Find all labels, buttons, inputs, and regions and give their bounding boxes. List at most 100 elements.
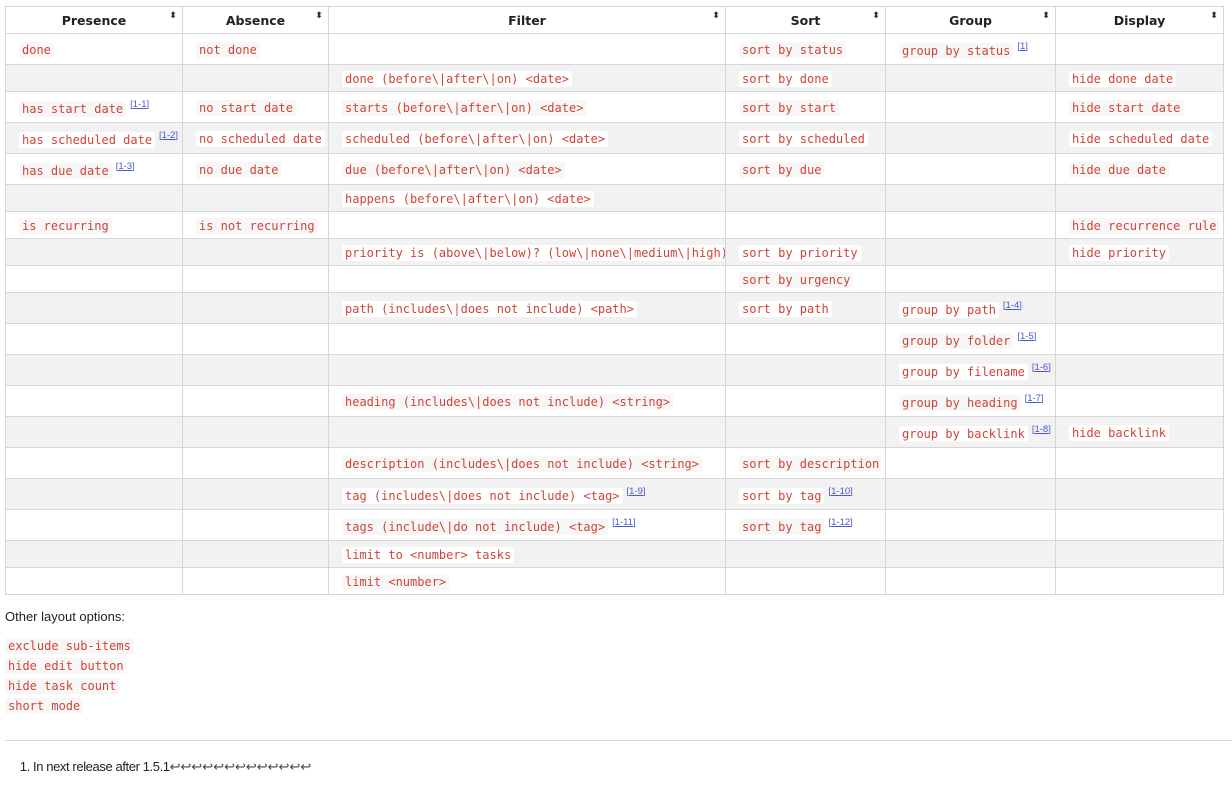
table-cell-sort bbox=[725, 416, 886, 448]
table-cell-filter: description (includes\|does not include)… bbox=[328, 447, 726, 479]
sort-keyword: sort by due bbox=[739, 161, 825, 178]
table-cell-filter: done (before\|after\|on) <date> bbox=[328, 64, 726, 92]
column-header-presence[interactable]: Presence ⬍ bbox=[5, 6, 183, 34]
sort-arrows-icon[interactable]: ⬍ bbox=[1210, 12, 1218, 21]
table-cell-sort: sort by urgency bbox=[725, 265, 886, 293]
absence-keyword: not done bbox=[196, 41, 260, 58]
layout-option: hide edit button bbox=[5, 657, 134, 677]
footnote-ref: [1-4] bbox=[1003, 300, 1022, 311]
filter-keyword: description (includes\|does not include)… bbox=[342, 455, 703, 472]
footnote-link[interactable]: [1-8] bbox=[1032, 424, 1051, 435]
table-cell-display bbox=[1055, 447, 1224, 479]
table-cell-sort: sort by description bbox=[725, 447, 886, 479]
table-cell-display bbox=[1055, 478, 1224, 510]
table-cell-filter: happens (before\|after\|on) <date> bbox=[328, 184, 726, 212]
sort-arrows-icon[interactable]: ⬍ bbox=[872, 12, 880, 21]
table-cell-group bbox=[885, 478, 1056, 510]
table-cell-group bbox=[885, 447, 1056, 479]
sort-keyword: sort by status bbox=[739, 41, 847, 58]
column-header-sort[interactable]: Sort ⬍ bbox=[725, 6, 886, 34]
table-cell-filter bbox=[328, 416, 726, 448]
table-cell-absence bbox=[182, 385, 329, 417]
table-row: limit to <number> tasks bbox=[5, 540, 1224, 568]
table-cell-presence bbox=[5, 416, 183, 448]
table-cell-filter: scheduled (before\|after\|on) <date> bbox=[328, 122, 726, 154]
footnote-link[interactable]: [1-5] bbox=[1017, 331, 1036, 342]
table-cell-display bbox=[1055, 385, 1224, 417]
footnote-link[interactable]: [1] bbox=[1017, 41, 1028, 52]
table-body: done not done sort by status group by statu… bbox=[5, 33, 1224, 595]
layout-option-keyword: hide edit button bbox=[5, 658, 127, 674]
footnote-text: In next release after 1.5.1 bbox=[33, 759, 170, 774]
table-cell-filter: path (includes\|does not include) <path> bbox=[328, 292, 726, 324]
layout-options-list: exclude sub-items hide edit button hide ta… bbox=[5, 637, 134, 717]
column-header-filter[interactable]: Filter ⬍ bbox=[328, 6, 726, 34]
table-cell-group: group by heading [1-7] bbox=[885, 385, 1056, 417]
table-cell-display bbox=[1055, 323, 1224, 355]
table-row: group by filename [1-6] bbox=[5, 354, 1224, 386]
other-layout-title: Other layout options: bbox=[5, 609, 125, 624]
table-cell-presence bbox=[5, 354, 183, 386]
footnote-link[interactable]: [1-2] bbox=[159, 130, 178, 141]
sort-keyword: sort by tag bbox=[739, 518, 825, 535]
table-cell-presence bbox=[5, 509, 183, 541]
layout-option: short mode bbox=[5, 697, 134, 717]
table-cell-presence bbox=[5, 540, 183, 568]
footnote-link[interactable]: [1-10] bbox=[828, 486, 852, 497]
filter-keyword: tag (includes\|does not include) <tag> bbox=[342, 487, 623, 504]
table-cell-filter: due (before\|after\|on) <date> bbox=[328, 153, 726, 185]
table-cell-absence bbox=[182, 567, 329, 595]
footnote-link[interactable]: [1-11] bbox=[612, 517, 636, 528]
table-cell-presence bbox=[5, 292, 183, 324]
filter-keyword: heading (includes\|does not include) <st… bbox=[342, 393, 674, 410]
table-cell-group bbox=[885, 153, 1056, 185]
table-cell-display: hide done date bbox=[1055, 64, 1224, 92]
table-cell-sort: sort by tag [1-10] bbox=[725, 478, 886, 510]
footnote-link[interactable]: [1-12] bbox=[828, 517, 852, 528]
table-cell-absence bbox=[182, 64, 329, 92]
footnote-link[interactable]: [1-4] bbox=[1003, 300, 1022, 311]
footnote-ref: [1-6] bbox=[1032, 362, 1051, 373]
table-row: description (includes\|does not include)… bbox=[5, 447, 1224, 479]
footnote-link[interactable]: [1-1] bbox=[130, 99, 149, 110]
table-row: tags (include\|do not include) <tag> [1-1… bbox=[5, 509, 1224, 541]
footnote-ref: [1-1] bbox=[130, 99, 149, 110]
table-row: done (before\|after\|on) <date> sort by d… bbox=[5, 64, 1224, 92]
table-row: has start date [1-1] no start date starts (… bbox=[5, 91, 1224, 123]
column-header-absence[interactable]: Absence ⬍ bbox=[182, 6, 329, 34]
table-cell-absence bbox=[182, 323, 329, 355]
table-cell-display bbox=[1055, 265, 1224, 293]
footnote-ref: [1-2] bbox=[159, 130, 178, 141]
table-cell-sort: sort by start bbox=[725, 91, 886, 123]
table-cell-group bbox=[885, 509, 1056, 541]
footnote-backref-icon[interactable]: ↩︎↩︎↩︎↩︎↩︎↩︎↩︎↩︎↩︎↩︎↩︎↩︎↩︎ bbox=[170, 759, 312, 774]
sort-arrows-icon[interactable]: ⬍ bbox=[712, 12, 720, 21]
footnote-link[interactable]: [1-9] bbox=[627, 486, 646, 497]
table-cell-sort bbox=[725, 211, 886, 239]
sort-arrows-icon[interactable]: ⬍ bbox=[315, 12, 323, 21]
column-header-display[interactable]: Display ⬍ bbox=[1055, 6, 1224, 34]
footnotes-list: In next release after 1.5.1↩︎↩︎↩︎↩︎↩︎↩︎↩… bbox=[5, 759, 311, 775]
table-cell-presence: has start date [1-1] bbox=[5, 91, 183, 123]
footnote-ref: [1-10] bbox=[828, 486, 852, 497]
presence-keyword: has due date bbox=[19, 162, 112, 179]
table-cell-sort: sort by due bbox=[725, 153, 886, 185]
table-cell-absence bbox=[182, 238, 329, 266]
footnote-link[interactable]: [1-7] bbox=[1025, 393, 1044, 404]
table-row: has scheduled date [1-2] no scheduled date… bbox=[5, 122, 1224, 154]
column-header-group[interactable]: Group ⬍ bbox=[885, 6, 1056, 34]
group-keyword: group by folder bbox=[899, 332, 1014, 349]
sort-keyword: sort by path bbox=[739, 300, 832, 317]
footnote-link[interactable]: [1-6] bbox=[1032, 362, 1051, 373]
table-cell-filter: tag (includes\|does not include) <tag> [1… bbox=[328, 478, 726, 510]
table-cell-absence bbox=[182, 540, 329, 568]
table-row: group by folder [1-5] bbox=[5, 323, 1224, 355]
table-cell-display bbox=[1055, 540, 1224, 568]
filter-keyword: done (before\|after\|on) <date> bbox=[342, 70, 572, 87]
sort-arrows-icon[interactable]: ⬍ bbox=[169, 12, 177, 21]
footnote-ref: [1] bbox=[1017, 41, 1028, 52]
table-cell-sort: sort by path bbox=[725, 292, 886, 324]
sort-arrows-icon[interactable]: ⬍ bbox=[1042, 12, 1050, 21]
footnote-link[interactable]: [1-3] bbox=[116, 161, 135, 172]
filter-keyword: tags (include\|do not include) <tag> bbox=[342, 518, 609, 535]
